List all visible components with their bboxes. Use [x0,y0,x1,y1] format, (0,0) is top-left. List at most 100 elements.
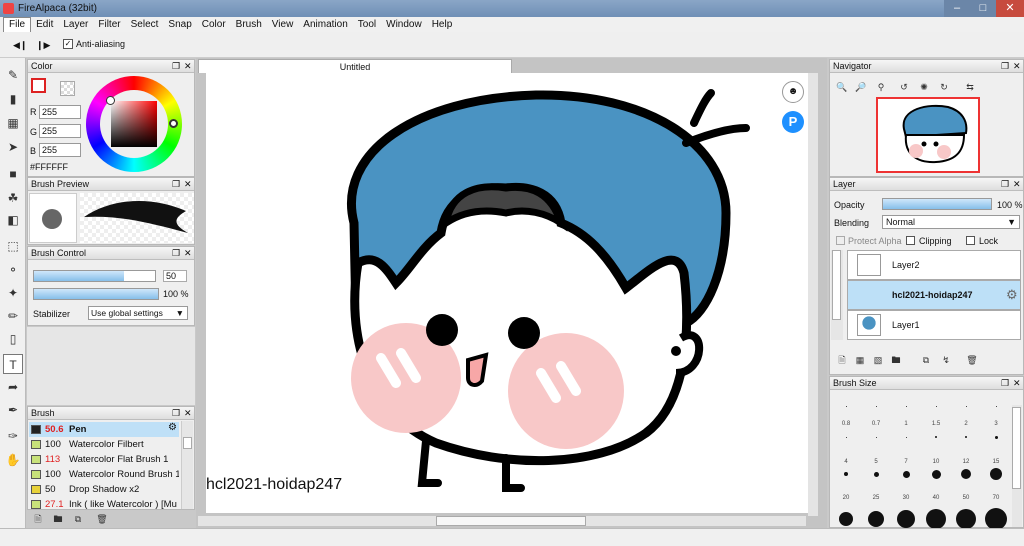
brush-item[interactable]: 50 Drop Shadow x2 [29,482,179,497]
brush-size-dot[interactable] [905,436,907,438]
rotate-left-icon[interactable]: ↺ [898,81,910,93]
eraser-tool-icon[interactable]: ▮ [3,89,23,109]
brush-size-dot[interactable] [931,469,941,479]
maximize-button[interactable]: □ [970,0,996,17]
move-tool-icon[interactable]: ➤ [3,137,23,157]
trash-icon[interactable]: 🗑 [966,354,978,366]
merge-layer-icon[interactable]: ↯ [940,354,952,366]
clipping-checkbox[interactable] [906,236,915,245]
brush-size-dot[interactable] [935,436,937,438]
float-panel-icon[interactable]: ❐ [172,247,180,259]
float-panel-icon[interactable]: ❐ [172,407,180,419]
select-pen-tool-icon[interactable]: ✏ [3,306,23,326]
bucket-tool-icon[interactable]: ☘ [3,188,23,208]
menu-window[interactable]: Window [381,18,427,32]
brush-item[interactable]: 50.6 Pen [29,422,179,437]
gradient-tool-icon[interactable]: ◧ [3,210,23,230]
menu-select[interactable]: Select [126,18,164,32]
secondary-color-swatch[interactable] [60,81,75,96]
brush-item[interactable]: 100 Watercolor Filbert [29,437,179,452]
close-panel-icon[interactable]: ✕ [184,60,192,72]
rotate-reset-icon[interactable]: ✺ [918,81,930,93]
zoom-fit-icon[interactable]: ⚲ [875,81,887,93]
brush-size-dot[interactable] [875,436,877,438]
brush-size-slider[interactable] [33,270,156,282]
brush-size-dot[interactable] [961,469,971,479]
fill-rect-tool-icon[interactable]: ■ [3,164,23,184]
operation-tool-icon[interactable]: ➦ [3,377,23,397]
primary-color-swatch[interactable] [31,78,46,93]
minimize-button[interactable]: – [944,0,970,17]
brush-opacity-slider[interactable] [33,288,159,300]
select-eraser-tool-icon[interactable]: ▯ [3,329,23,349]
dot-tool-icon[interactable]: ▦ [3,113,23,133]
brush-size-dot[interactable] [873,471,879,477]
trash-icon[interactable]: 🗑 [96,513,108,525]
brush-size-dot[interactable] [926,509,946,529]
float-panel-icon[interactable]: ❐ [1001,60,1009,72]
layer-opacity-slider[interactable] [882,198,992,210]
blending-dropdown[interactable]: Normal ▼ [882,215,1020,229]
layer-settings-gear-icon[interactable]: ⚙ [1006,287,1018,303]
float-panel-icon[interactable]: ❐ [1001,377,1009,389]
brush-size-dot[interactable] [902,470,910,478]
menu-snap[interactable]: Snap [163,18,196,32]
layer-scroll-thumb[interactable] [832,250,841,320]
menu-help[interactable]: Help [427,18,458,32]
new-brush-icon[interactable]: 🗎 [32,513,44,525]
navigator-preview[interactable] [876,97,980,173]
close-panel-icon[interactable]: ✕ [1013,377,1021,389]
folder-icon[interactable]: 🖿 [52,513,64,525]
stabilizer-dropdown[interactable]: Use global settings ▼ [88,306,188,320]
r-input[interactable]: 255 [39,105,81,119]
vertical-scrollbar[interactable] [808,73,818,516]
protect-alpha-checkbox[interactable] [836,236,845,245]
brush-settings-gear-icon[interactable]: ⚙ [168,422,177,433]
menu-file[interactable]: File [3,16,32,33]
brush-size-dot[interactable] [956,509,976,529]
brush-size-value[interactable]: 50 [163,270,187,282]
menu-tool[interactable]: Tool [353,18,381,32]
layer-row[interactable]: Layer1 [847,310,1021,340]
text-tool-icon[interactable]: T [3,354,23,374]
duplicate-layer-icon[interactable]: ⧉ [920,354,932,366]
brush-size-dot[interactable] [876,406,877,407]
rotate-right-icon[interactable]: ↻ [938,81,950,93]
brush-size-dot[interactable] [936,406,937,407]
flip-horizontal-icon[interactable]: ⇆ [964,81,976,93]
brush-size-dot[interactable] [994,435,998,439]
float-panel-icon[interactable]: ❐ [1001,178,1009,190]
close-panel-icon[interactable]: ✕ [184,407,192,419]
sv-picker-handle[interactable] [106,96,115,105]
hue-picker-handle[interactable] [169,119,178,128]
magic-wand-tool-icon[interactable]: ✦ [3,283,23,303]
lock-checkbox[interactable] [966,236,975,245]
brush-size-dot[interactable] [990,468,1002,480]
lasso-tool-icon[interactable]: ⚬ [3,260,23,280]
menu-view[interactable]: View [267,18,299,32]
menu-filter[interactable]: Filter [93,18,125,32]
brush-list-scroll-thumb[interactable] [183,437,192,449]
eyedropper-tool-icon[interactable]: ✑ [3,426,23,446]
pen-tool-icon[interactable]: ✎ [3,65,23,85]
b-input[interactable]: 255 [39,143,81,157]
menu-brush[interactable]: Brush [231,18,267,32]
brush-size-dot[interactable] [846,406,847,407]
menu-color[interactable]: Color [197,18,231,32]
duplicate-icon[interactable]: ⧉ [72,513,84,525]
brush-size-dot[interactable] [868,511,884,527]
g-input[interactable]: 255 [39,124,81,138]
divide-tool-icon[interactable]: ✒ [3,400,23,420]
zoom-in-icon[interactable]: 🔍 [836,81,848,93]
layer-row[interactable]: Layer2 [847,250,1021,280]
layer-row-selected[interactable]: hcl2021-hoidap247 ⚙ [847,280,1021,310]
zoom-out-icon[interactable]: 🔎 [855,81,867,93]
new-1bit-layer-icon[interactable]: ▧ [872,354,884,366]
new-8bit-layer-icon[interactable]: ▦ [854,354,866,366]
next-frame-icon[interactable]: ❙▶ [36,39,50,51]
brush-size-dot[interactable] [839,512,853,526]
menu-edit[interactable]: Edit [31,18,58,32]
close-panel-icon[interactable]: ✕ [1013,60,1021,72]
close-panel-icon[interactable]: ✕ [184,247,192,259]
brush-size-dot[interactable] [965,436,967,438]
